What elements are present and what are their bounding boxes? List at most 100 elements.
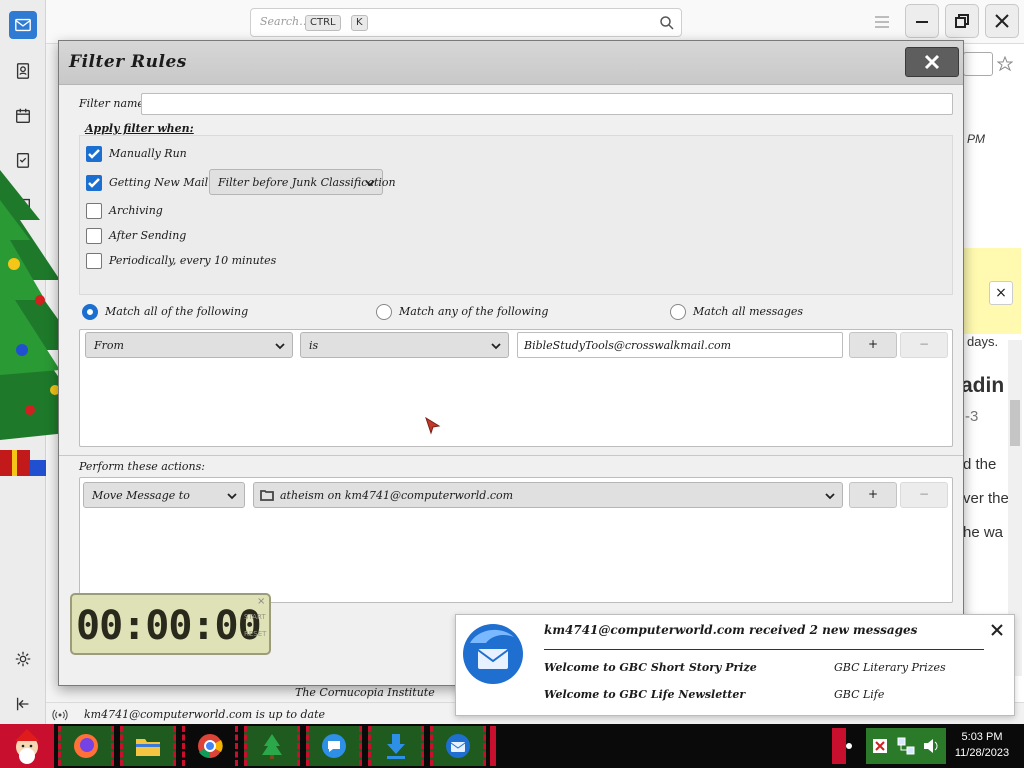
add-rule-button[interactable]: + [849, 332, 897, 358]
taskbar-date: 11/28/2023 [954, 747, 1010, 759]
taskbar-time: 5:03 PM [961, 731, 1003, 743]
match-any-radio[interactable] [376, 304, 392, 320]
rule-value-input[interactable]: BibleStudyTools@crosswalkmail.com [517, 332, 843, 358]
junk-classification-dropdown[interactable]: Filter before Junk Classification [209, 169, 396, 195]
time-fragment: PM [967, 132, 985, 146]
remove-action-button[interactable]: − [900, 482, 948, 508]
section-divider [59, 455, 963, 456]
collapse-spaces-icon[interactable] [9, 690, 37, 718]
action-target-dropdown[interactable]: atheism on km4741@computerworld.com [253, 482, 843, 508]
folder-icon [136, 739, 160, 756]
perform-actions-label: Perform these actions: [79, 460, 205, 473]
shortcut-k: K [351, 15, 368, 31]
match-all-label: Match all of the following [105, 305, 249, 318]
dialog-title: Filter Rules [69, 52, 187, 72]
close-icon[interactable] [988, 621, 1006, 639]
match-any-label: Match any of the following [399, 305, 549, 318]
taskbar-tree-app[interactable] [244, 726, 300, 766]
dropdown-fragment[interactable] [963, 52, 993, 76]
background-footer-text: The Cornucopia Institute [295, 686, 435, 699]
action-target-value: atheism on km4741@computerworld.com [280, 489, 514, 502]
periodically-checkbox[interactable] [86, 253, 102, 269]
start-button[interactable] [0, 724, 54, 768]
action-type-dropdown[interactable]: Move Message to [83, 482, 245, 508]
windows-taskbar: 5:03 PM 11/28/2023 [0, 724, 1024, 768]
match-all-radio[interactable] [82, 304, 98, 320]
stopwatch-reset-button[interactable]: RESET [244, 630, 266, 638]
chevron-down-icon [365, 180, 375, 187]
system-tray [866, 728, 946, 764]
taskbar-chrome[interactable] [182, 726, 238, 766]
close-icon [924, 54, 940, 70]
minimize-icon [916, 21, 928, 23]
chevron-down-icon [227, 493, 237, 500]
stopwatch-start-button[interactable]: START [244, 613, 266, 621]
global-search-input[interactable]: Search… CTRL K [250, 8, 682, 37]
app-menu-icon[interactable] [873, 13, 891, 31]
settings-icon[interactable] [9, 645, 37, 673]
stopwatch-display: 00:00:00 [76, 603, 262, 649]
folder-icon [260, 490, 274, 501]
taskbar-firefox[interactable] [58, 726, 114, 766]
restore-button[interactable] [945, 4, 979, 38]
reader-scroll-thumb[interactable] [1010, 400, 1020, 446]
online-status-icon[interactable] [52, 708, 68, 722]
taskbar-thunderbird[interactable] [430, 726, 486, 766]
status-text: km4741@computerworld.com is up to date [84, 708, 326, 721]
match-all-messages-radio[interactable] [670, 304, 686, 320]
minimize-button[interactable] [905, 4, 939, 38]
close-icon [995, 14, 1009, 28]
rule-operator-value: is [309, 339, 319, 352]
notification-message-subject[interactable]: Welcome to GBC Short Story Prize [544, 661, 757, 674]
restore-icon [955, 14, 969, 28]
taskbar-clock[interactable]: 5:03 PM 11/28/2023 [946, 729, 1018, 761]
taskbar-file-explorer[interactable] [120, 726, 176, 766]
chevron-down-icon [275, 343, 285, 350]
calendar-icon[interactable] [9, 102, 37, 130]
manually-run-label: Manually Run [109, 147, 187, 160]
banner-close-button[interactable]: × [989, 281, 1013, 305]
security-alert-icon[interactable] [872, 738, 888, 754]
volume-icon[interactable] [922, 738, 940, 754]
action-type-value: Move Message to [92, 489, 190, 502]
stopwatch-close-icon[interactable]: × [257, 596, 265, 607]
network-icon[interactable] [896, 736, 916, 756]
close-window-button[interactable] [985, 4, 1019, 38]
heading-fragment: adin [961, 374, 1005, 397]
star-icon[interactable] [997, 56, 1013, 72]
thunderbird-icon [446, 734, 470, 758]
remove-rule-button[interactable]: − [900, 332, 948, 358]
body-line-3: he wa [963, 524, 1004, 541]
apply-filter-group [79, 135, 953, 295]
subheading-fragment: -3 [965, 408, 979, 425]
add-action-button[interactable]: + [849, 482, 897, 508]
address-book-icon[interactable] [9, 57, 37, 85]
new-mail-notification[interactable]: km4741@computerworld.com received 2 new … [455, 614, 1015, 716]
match-all-messages-label: Match all messages [693, 305, 804, 318]
taskbar-downloads[interactable] [368, 726, 424, 766]
notification-message-sender: GBC Literary Prizes [834, 661, 946, 674]
search-icon[interactable] [659, 15, 675, 31]
taskbar-chat-app[interactable] [306, 726, 362, 766]
rule-field-value: From [94, 339, 124, 352]
manually-run-checkbox[interactable] [86, 146, 102, 162]
notification-divider [544, 649, 984, 650]
rule-field-dropdown[interactable]: From [85, 332, 293, 358]
filter-name-input[interactable] [141, 93, 953, 115]
stopwatch-widget: 00:00:00 START RESET × [70, 593, 271, 655]
mail-icon[interactable] [9, 11, 37, 39]
after-sending-checkbox[interactable] [86, 228, 102, 244]
dialog-close-button[interactable] [905, 47, 959, 77]
archiving-checkbox[interactable] [86, 203, 102, 219]
search-placeholder: Search… [260, 15, 311, 28]
rule-operator-dropdown[interactable]: is [300, 332, 509, 358]
tray-overflow-button[interactable] [832, 728, 846, 764]
notification-message-subject[interactable]: Welcome to GBC Life Newsletter [544, 688, 745, 701]
rule-value-text: BibleStudyTools@crosswalkmail.com [524, 339, 732, 352]
chat-bubble-icon [322, 734, 346, 758]
dialog-titlebar[interactable]: Filter Rules [59, 41, 963, 85]
mouse-cursor-icon [425, 417, 441, 435]
archiving-label: Archiving [109, 204, 163, 217]
new-mail-checkbox[interactable] [86, 175, 102, 191]
filter-rules-dialog: Filter Rules Filter name: Apply filter w… [58, 40, 964, 686]
